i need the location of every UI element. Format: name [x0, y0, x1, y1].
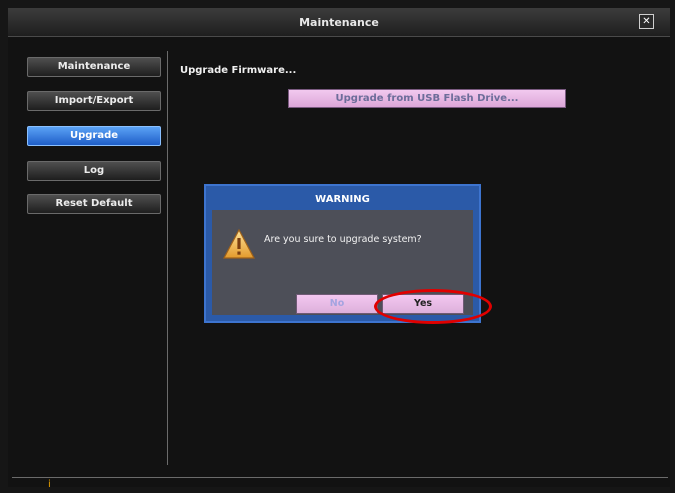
- warning-icon: [222, 228, 256, 259]
- window-title: Maintenance: [299, 16, 379, 29]
- dialog-title: WARNING: [315, 194, 370, 205]
- sidebar-item-reset-default[interactable]: Reset Default: [27, 194, 161, 214]
- sidebar-item-log[interactable]: Log: [27, 161, 161, 181]
- sidebar-item-upgrade[interactable]: Upgrade: [27, 126, 161, 146]
- title-bar: Maintenance ✕: [8, 8, 670, 37]
- section-heading: Upgrade Firmware...: [180, 65, 297, 76]
- maintenance-window: Maintenance ✕ Maintenance Import/Export …: [0, 0, 675, 493]
- highlight-annotation: [374, 289, 492, 324]
- no-button[interactable]: No: [296, 294, 378, 314]
- sidebar-item-maintenance[interactable]: Maintenance: [27, 57, 161, 77]
- vertical-divider: [167, 51, 168, 465]
- sidebar-item-import-export[interactable]: Import/Export: [27, 91, 161, 111]
- dialog-message: Are you sure to upgrade system?: [264, 234, 422, 245]
- info-icon: i: [48, 479, 51, 490]
- upgrade-usb-button[interactable]: Upgrade from USB Flash Drive...: [288, 89, 566, 108]
- horizontal-divider: [12, 477, 668, 478]
- close-button[interactable]: ✕: [639, 14, 654, 29]
